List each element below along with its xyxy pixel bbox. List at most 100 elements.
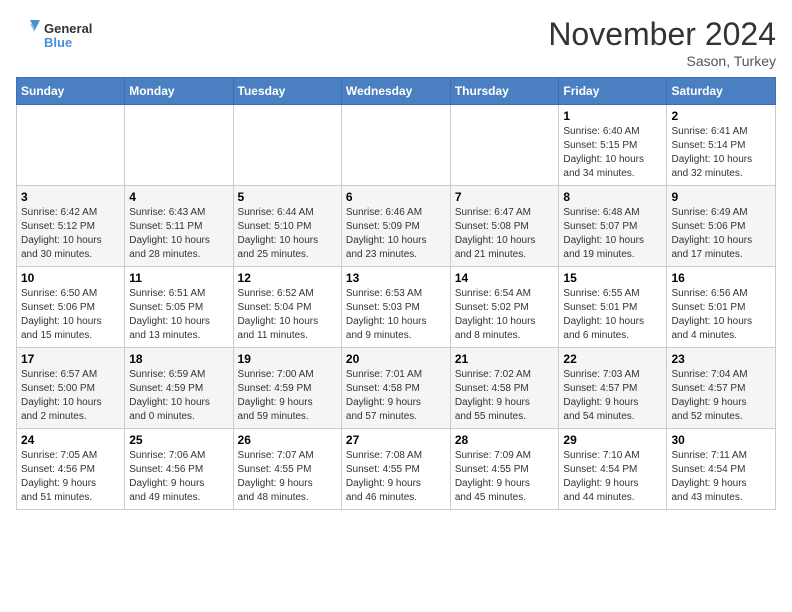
calendar-week-row: 10Sunrise: 6:50 AM Sunset: 5:06 PM Dayli… xyxy=(17,267,776,348)
calendar-day-header: Wednesday xyxy=(341,78,450,105)
calendar-week-row: 1Sunrise: 6:40 AM Sunset: 5:15 PM Daylig… xyxy=(17,105,776,186)
day-number: 19 xyxy=(238,352,337,366)
day-number: 28 xyxy=(455,433,555,447)
day-number: 13 xyxy=(346,271,446,285)
calendar-cell: 26 Sunrise: 7:07 AM Sunset: 4:55 PM Dayli… xyxy=(233,429,341,510)
day-info: Sunrise: 6:56 AM Sunset: 5:01 PM Dayligh… xyxy=(671,287,771,343)
calendar-day-header: Thursday xyxy=(450,78,559,105)
calendar-cell: 15 Sunrise: 6:55 AM Sunset: 5:01 PM Dayli… xyxy=(559,267,667,348)
calendar-cell: 20 Sunrise: 7:01 AM Sunset: 4:58 PM Dayli… xyxy=(341,348,450,429)
day-info: Sunrise: 7:05 AM Sunset: 4:56 PM Dayligh… xyxy=(21,449,120,505)
day-info: Sunrise: 6:47 AM Sunset: 5:08 PM Dayligh… xyxy=(455,206,555,262)
day-number: 9 xyxy=(671,190,771,204)
calendar-cell: 13 Sunrise: 6:53 AM Sunset: 5:03 PM Dayli… xyxy=(341,267,450,348)
calendar-cell: 30 Sunrise: 7:11 AM Sunset: 4:54 PM Dayli… xyxy=(667,429,776,510)
day-number: 17 xyxy=(21,352,120,366)
day-number: 4 xyxy=(129,190,228,204)
day-number: 14 xyxy=(455,271,555,285)
day-info: Sunrise: 6:59 AM Sunset: 4:59 PM Dayligh… xyxy=(129,368,228,424)
calendar-cell: 7 Sunrise: 6:47 AM Sunset: 5:08 PM Daylig… xyxy=(450,186,559,267)
calendar-week-row: 3Sunrise: 6:42 AM Sunset: 5:12 PM Daylig… xyxy=(17,186,776,267)
day-number: 3 xyxy=(21,190,120,204)
day-info: Sunrise: 7:08 AM Sunset: 4:55 PM Dayligh… xyxy=(346,449,446,505)
day-number: 1 xyxy=(563,109,662,123)
day-info: Sunrise: 6:54 AM Sunset: 5:02 PM Dayligh… xyxy=(455,287,555,343)
day-number: 23 xyxy=(671,352,771,366)
calendar-cell: 4 Sunrise: 6:43 AM Sunset: 5:11 PM Daylig… xyxy=(125,186,233,267)
month-title: November 2024 xyxy=(548,16,776,53)
calendar-cell: 18 Sunrise: 6:59 AM Sunset: 4:59 PM Dayli… xyxy=(125,348,233,429)
day-number: 18 xyxy=(129,352,228,366)
day-info: Sunrise: 7:09 AM Sunset: 4:55 PM Dayligh… xyxy=(455,449,555,505)
day-info: Sunrise: 6:51 AM Sunset: 5:05 PM Dayligh… xyxy=(129,287,228,343)
day-info: Sunrise: 7:11 AM Sunset: 4:54 PM Dayligh… xyxy=(671,449,771,505)
calendar-cell: 22 Sunrise: 7:03 AM Sunset: 4:57 PM Dayli… xyxy=(559,348,667,429)
svg-text:General: General xyxy=(44,21,92,36)
day-number: 21 xyxy=(455,352,555,366)
calendar-cell: 19 Sunrise: 7:00 AM Sunset: 4:59 PM Dayli… xyxy=(233,348,341,429)
day-info: Sunrise: 6:48 AM Sunset: 5:07 PM Dayligh… xyxy=(563,206,662,262)
calendar-cell: 21 Sunrise: 7:02 AM Sunset: 4:58 PM Dayli… xyxy=(450,348,559,429)
day-info: Sunrise: 7:06 AM Sunset: 4:56 PM Dayligh… xyxy=(129,449,228,505)
day-info: Sunrise: 6:57 AM Sunset: 5:00 PM Dayligh… xyxy=(21,368,120,424)
calendar-day-header: Monday xyxy=(125,78,233,105)
day-number: 30 xyxy=(671,433,771,447)
calendar-cell: 28 Sunrise: 7:09 AM Sunset: 4:55 PM Dayli… xyxy=(450,429,559,510)
calendar-cell xyxy=(233,105,341,186)
calendar-cell: 14 Sunrise: 6:54 AM Sunset: 5:02 PM Dayli… xyxy=(450,267,559,348)
day-info: Sunrise: 7:03 AM Sunset: 4:57 PM Dayligh… xyxy=(563,368,662,424)
calendar-cell: 17 Sunrise: 6:57 AM Sunset: 5:00 PM Dayli… xyxy=(17,348,125,429)
svg-text:Blue: Blue xyxy=(44,35,72,50)
day-info: Sunrise: 6:43 AM Sunset: 5:11 PM Dayligh… xyxy=(129,206,228,262)
day-info: Sunrise: 7:01 AM Sunset: 4:58 PM Dayligh… xyxy=(346,368,446,424)
day-info: Sunrise: 6:41 AM Sunset: 5:14 PM Dayligh… xyxy=(671,125,771,181)
day-info: Sunrise: 7:07 AM Sunset: 4:55 PM Dayligh… xyxy=(238,449,337,505)
calendar-cell: 8 Sunrise: 6:48 AM Sunset: 5:07 PM Daylig… xyxy=(559,186,667,267)
day-number: 8 xyxy=(563,190,662,204)
day-number: 2 xyxy=(671,109,771,123)
logo-svg: General Blue xyxy=(16,16,106,54)
calendar-cell: 29 Sunrise: 7:10 AM Sunset: 4:54 PM Dayli… xyxy=(559,429,667,510)
calendar-table: SundayMondayTuesdayWednesdayThursdayFrid… xyxy=(16,77,776,510)
day-info: Sunrise: 6:53 AM Sunset: 5:03 PM Dayligh… xyxy=(346,287,446,343)
calendar-cell xyxy=(17,105,125,186)
day-number: 24 xyxy=(21,433,120,447)
calendar-cell xyxy=(125,105,233,186)
day-number: 22 xyxy=(563,352,662,366)
day-info: Sunrise: 6:44 AM Sunset: 5:10 PM Dayligh… xyxy=(238,206,337,262)
calendar-cell: 12 Sunrise: 6:52 AM Sunset: 5:04 PM Dayli… xyxy=(233,267,341,348)
day-info: Sunrise: 6:52 AM Sunset: 5:04 PM Dayligh… xyxy=(238,287,337,343)
day-number: 20 xyxy=(346,352,446,366)
header: General Blue November 2024 Sason, Turkey xyxy=(16,16,776,69)
calendar-cell: 11 Sunrise: 6:51 AM Sunset: 5:05 PM Dayli… xyxy=(125,267,233,348)
calendar-week-row: 17 Sunrise: 6:57 AM Sunset: 5:00 PM Dayli… xyxy=(17,348,776,429)
calendar-week-row: 24 Sunrise: 7:05 AM Sunset: 4:56 PM Dayli… xyxy=(17,429,776,510)
calendar-cell: 23 Sunrise: 7:04 AM Sunset: 4:57 PM Dayli… xyxy=(667,348,776,429)
calendar-cell: 16 Sunrise: 6:56 AM Sunset: 5:01 PM Dayli… xyxy=(667,267,776,348)
calendar-cell: 9 Sunrise: 6:49 AM Sunset: 5:06 PM Daylig… xyxy=(667,186,776,267)
day-info: Sunrise: 7:10 AM Sunset: 4:54 PM Dayligh… xyxy=(563,449,662,505)
day-info: Sunrise: 7:02 AM Sunset: 4:58 PM Dayligh… xyxy=(455,368,555,424)
day-info: Sunrise: 6:55 AM Sunset: 5:01 PM Dayligh… xyxy=(563,287,662,343)
calendar-cell: 27Sunrise: 7:08 AM Sunset: 4:55 PM Dayli… xyxy=(341,429,450,510)
day-number: 12 xyxy=(238,271,337,285)
day-number: 7 xyxy=(455,190,555,204)
calendar-cell: 25Sunrise: 7:06 AM Sunset: 4:56 PM Dayli… xyxy=(125,429,233,510)
day-number: 6 xyxy=(346,190,446,204)
calendar-day-header: Tuesday xyxy=(233,78,341,105)
day-number: 26 xyxy=(238,433,337,447)
calendar-day-header: Saturday xyxy=(667,78,776,105)
day-info: Sunrise: 7:04 AM Sunset: 4:57 PM Dayligh… xyxy=(671,368,771,424)
calendar-cell: 2 Sunrise: 6:41 AM Sunset: 5:14 PM Daylig… xyxy=(667,105,776,186)
day-number: 11 xyxy=(129,271,228,285)
day-number: 15 xyxy=(563,271,662,285)
day-info: Sunrise: 6:49 AM Sunset: 5:06 PM Dayligh… xyxy=(671,206,771,262)
calendar-cell: 5 Sunrise: 6:44 AM Sunset: 5:10 PM Daylig… xyxy=(233,186,341,267)
day-number: 5 xyxy=(238,190,337,204)
day-number: 16 xyxy=(671,271,771,285)
calendar-cell: 10Sunrise: 6:50 AM Sunset: 5:06 PM Dayli… xyxy=(17,267,125,348)
calendar-cell: 6Sunrise: 6:46 AM Sunset: 5:09 PM Daylig… xyxy=(341,186,450,267)
calendar-cell: 24 Sunrise: 7:05 AM Sunset: 4:56 PM Dayli… xyxy=(17,429,125,510)
day-number: 29 xyxy=(563,433,662,447)
day-info: Sunrise: 7:00 AM Sunset: 4:59 PM Dayligh… xyxy=(238,368,337,424)
